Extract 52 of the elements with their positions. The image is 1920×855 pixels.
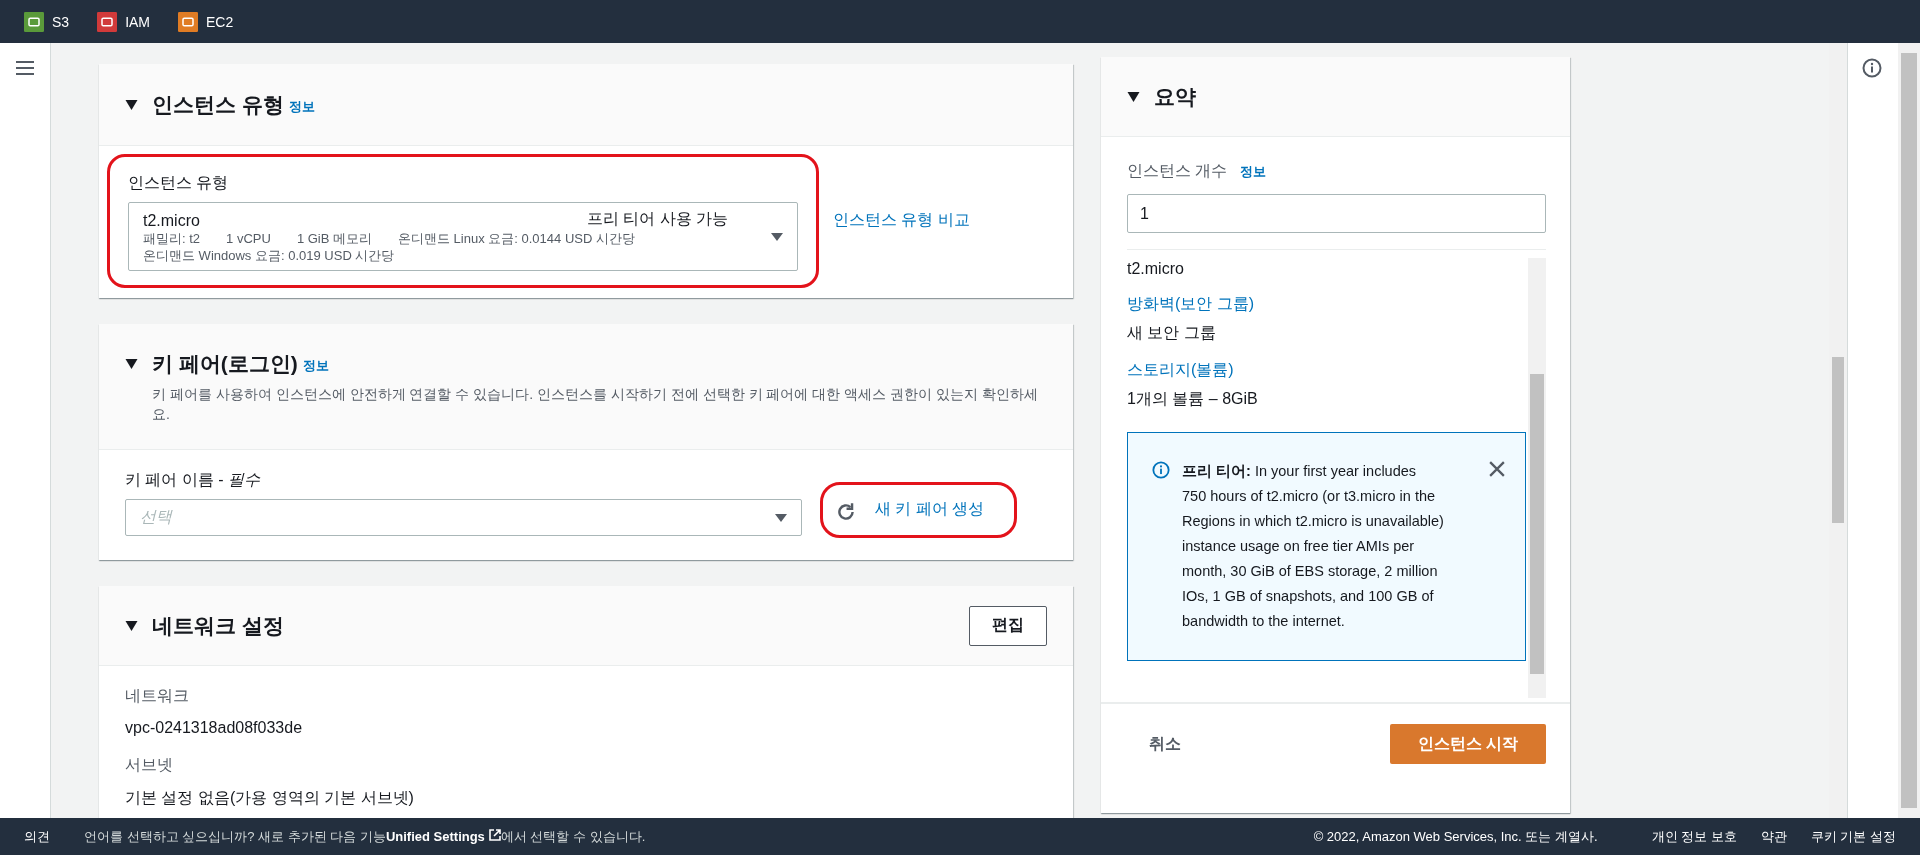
instance-type-select[interactable]: t2.micro 프리 티어 사용 가능 패밀리: t2 1 vCPU 1 GiB 메모리 온디맨드 Linux 요금: 0.0144 USD 시간당 온디맨드 Windows 요금: 0.019 USD 시간당 — [128, 202, 798, 271]
field-label: 인스턴스 개수 — [1127, 161, 1228, 181]
summary-value: t2.micro — [1127, 260, 1184, 278]
edit-button[interactable]: 편집 — [969, 605, 1047, 646]
close-icon[interactable] — [1489, 461, 1505, 477]
section-title: 요약 — [1154, 83, 1196, 110]
section-title: 인스턴스 유형 — [152, 91, 284, 118]
caret-icon — [771, 232, 783, 241]
caret-icon — [775, 513, 787, 522]
section-description: 키 페어를 사용하여 인스턴스에 안전하게 연결할 수 있습니다. 인스턴스를 시작하기 전에 선택한 키 페어에 대한 액세스 권한이 있는지 확인하세요. — [152, 384, 1039, 424]
external-link-icon — [488, 828, 501, 841]
footer-link[interactable]: 쿠키 기본 설정 — [1810, 827, 1896, 846]
field-label: 키 페어 이름 - 필수 — [125, 470, 262, 490]
field-label: 인스턴스 유형 — [128, 173, 230, 193]
footer-link[interactable]: 약관 — [1760, 827, 1787, 846]
instance-count-field[interactable]: 1 — [1127, 194, 1546, 233]
scrollbar[interactable] — [1528, 258, 1546, 698]
scrollbar[interactable] — [1898, 43, 1920, 818]
create-key-pair-link[interactable]: 새 키 페어 생성 — [875, 498, 985, 520]
refresh-icon[interactable] — [835, 501, 857, 523]
service-shortcut[interactable]: S3 — [24, 11, 70, 32]
summary-value: 새 보안 그룹 — [1127, 323, 1216, 343]
info-link[interactable]: 정보 — [302, 357, 329, 375]
collapse-triangle-icon[interactable] — [125, 620, 138, 631]
info-link[interactable]: 정보 — [1240, 162, 1267, 181]
field-label: 서브넷 — [125, 755, 174, 775]
scrollbar[interactable] — [1829, 43, 1847, 818]
unified-settings-link[interactable]: Unified Settings — [385, 828, 501, 844]
summary-value: 1개의 볼륨 – 8GiB — [1127, 389, 1258, 409]
field-value: vpc-0241318ad08f033de — [125, 719, 304, 737]
footer-link[interactable]: 개인 정보 보호 — [1651, 827, 1737, 846]
alert-message: 프리 티어: In your first year includes 750 hours of t2.micro (or t3.micro in the Regions in which t2.micro is unavailable) instance usage on free tier AMIs per month, 30 GiB of EBS storage, 2 million IOs, 1 GB of snapshots, and 100 GB of bandwidth to the internet. — [1182, 462, 1444, 631]
info-icon — [1152, 461, 1170, 479]
copyright-text: © 2022, Amazon Web Services, Inc. 또는 계열사. — [1313, 827, 1598, 846]
feedback-link[interactable]: 의견 — [24, 827, 50, 846]
section-title: 네트워크 설정 — [152, 612, 284, 639]
field-label: 네트워크 — [125, 686, 190, 706]
info-icon[interactable] — [1862, 58, 1882, 78]
summary-link[interactable]: 방화벽(보안 그룹) — [1127, 294, 1255, 315]
compare-instance-types-link[interactable]: 인스턴스 유형 비교 — [833, 210, 970, 231]
menu-icon[interactable] — [16, 61, 34, 75]
language-notice: 언어를 선택하고 싶으십니까? 새로 추가된 다음 기능Unified Settings 에서 선택할 수 있습니다. — [84, 827, 646, 846]
summary-link[interactable]: 스토리지(볼륨) — [1127, 360, 1234, 381]
cancel-button[interactable]: 취소 — [1141, 725, 1189, 763]
info-link[interactable]: 정보 — [288, 98, 315, 116]
service-shortcut[interactable]: EC2 — [178, 11, 234, 32]
field-value: 기본 설정 없음(가용 영역의 기본 서브넷) — [125, 788, 415, 808]
service-shortcut[interactable]: IAM — [97, 11, 150, 32]
section-title: 키 페어(로그인) — [152, 350, 298, 377]
collapse-triangle-icon[interactable] — [125, 358, 138, 369]
collapse-triangle-icon[interactable] — [125, 99, 138, 110]
collapse-triangle-icon[interactable] — [1127, 91, 1140, 102]
